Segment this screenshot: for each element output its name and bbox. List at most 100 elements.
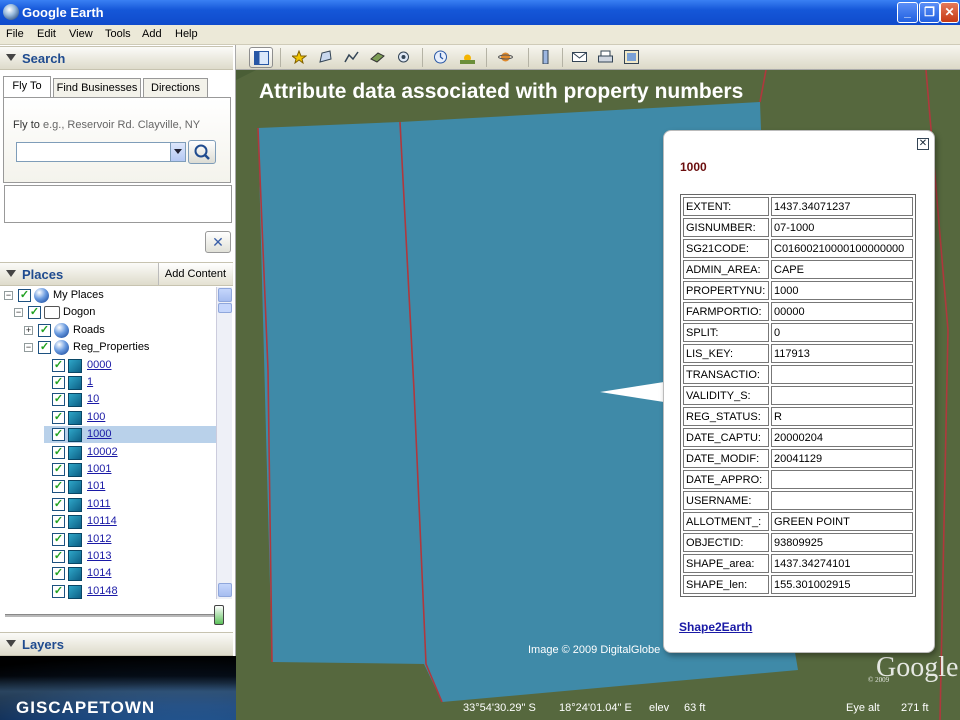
- visibility-checkbox[interactable]: ✓: [38, 341, 51, 355]
- tree-item[interactable]: ✓ 10: [0, 391, 216, 408]
- attribute-value: C01600210000100000000: [771, 239, 913, 258]
- attribute-row: SG21CODE: C01600210000100000000: [683, 239, 913, 258]
- collapse-icon[interactable]: −: [14, 308, 23, 318]
- email-button[interactable]: [568, 47, 592, 68]
- tab-fly-to[interactable]: Fly To: [3, 76, 51, 98]
- tab-find-businesses[interactable]: Find Businesses: [53, 78, 141, 98]
- visibility-checkbox[interactable]: ✓: [38, 323, 51, 337]
- polygon-icon: [68, 480, 82, 495]
- add-image-overlay-button[interactable]: [366, 47, 390, 68]
- scroll-up-icon[interactable]: [218, 288, 232, 302]
- tree-item[interactable]: ✓ 1001: [0, 461, 216, 478]
- attribute-value: 155.301002915: [771, 575, 913, 594]
- menu-add[interactable]: Add: [142, 28, 162, 40]
- tree-item[interactable]: − ✓ Reg_Properties: [0, 339, 216, 356]
- visibility-checkbox[interactable]: ✓: [18, 289, 31, 302]
- menu-help[interactable]: Help: [175, 28, 198, 40]
- print-button[interactable]: [594, 47, 618, 68]
- search-icon: [194, 144, 210, 160]
- attribute-row: EXTENT: 1437.34071237: [683, 197, 913, 216]
- visibility-checkbox[interactable]: ✓: [52, 497, 65, 511]
- tree-item-label: 0000: [87, 358, 112, 371]
- visibility-checkbox[interactable]: ✓: [52, 358, 65, 372]
- tree-item-label: 101: [87, 480, 106, 493]
- tree-item[interactable]: − ✓ Dogon: [0, 304, 216, 321]
- chevron-down-icon[interactable]: [170, 143, 185, 161]
- tree-item[interactable]: ✓ 10148: [0, 583, 216, 599]
- tree-item[interactable]: ✓ 1012: [0, 531, 216, 548]
- add-content-button[interactable]: Add Content: [158, 263, 232, 285]
- tree-item[interactable]: ✓ 1013: [0, 548, 216, 565]
- search-button[interactable]: [188, 140, 216, 164]
- visibility-checkbox[interactable]: ✓: [52, 410, 65, 424]
- tree-item[interactable]: ✓ 1011: [0, 496, 216, 513]
- search-panel-header[interactable]: Search: [0, 46, 233, 70]
- visibility-checkbox[interactable]: ✓: [52, 567, 65, 581]
- menu-file[interactable]: File: [6, 28, 24, 40]
- layers-panel-header[interactable]: Layers: [0, 632, 233, 656]
- close-icon[interactable]: ✕: [917, 138, 929, 150]
- ruler-button[interactable]: [534, 47, 558, 68]
- visibility-checkbox[interactable]: ✓: [52, 550, 65, 563]
- collapse-icon[interactable]: −: [24, 343, 33, 353]
- clear-search-button[interactable]: ✕: [205, 231, 231, 253]
- attribute-row: ADMIN_AREA: CAPE: [683, 260, 913, 279]
- visibility-checkbox[interactable]: ✓: [52, 393, 65, 407]
- tree-item[interactable]: + ✓ Roads: [0, 322, 216, 339]
- close-button[interactable]: ✕: [940, 2, 959, 23]
- tree-item[interactable]: − ✓ My Places: [0, 287, 216, 304]
- expand-icon[interactable]: +: [24, 325, 33, 335]
- attribute-row: DATE_MODIF: 20041129: [683, 449, 913, 468]
- maximize-button[interactable]: ❐: [919, 2, 940, 23]
- visibility-checkbox[interactable]: ✓: [52, 463, 65, 476]
- attribute-value: CAPE: [771, 260, 913, 279]
- add-polygon-button[interactable]: [314, 47, 338, 68]
- tree-item-label: 100: [87, 410, 106, 423]
- opacity-slider-handle[interactable]: [214, 605, 224, 625]
- visibility-checkbox[interactable]: ✓: [52, 480, 65, 494]
- sidebar-toggle-button[interactable]: [249, 47, 273, 68]
- folder-icon: [44, 306, 60, 320]
- tree-item[interactable]: ✓ 0000: [0, 357, 216, 374]
- record-tour-button[interactable]: [392, 47, 416, 68]
- polygon-icon: [68, 393, 82, 408]
- scroll-thumb[interactable]: [218, 303, 232, 313]
- shape2earth-link[interactable]: Shape2Earth: [679, 620, 752, 634]
- menu-edit[interactable]: Edit: [37, 28, 56, 40]
- opacity-slider-track[interactable]: [5, 614, 217, 617]
- visibility-checkbox[interactable]: ✓: [52, 584, 65, 598]
- tree-item[interactable]: ✓ 10002: [0, 444, 216, 461]
- polygon-icon: [68, 515, 82, 530]
- menu-view[interactable]: View: [69, 28, 93, 40]
- fly-to-input[interactable]: [16, 142, 186, 162]
- tree-scrollbar[interactable]: [216, 287, 232, 599]
- historical-imagery-button[interactable]: [429, 47, 453, 68]
- google-logo: Google © 2009: [868, 652, 958, 684]
- switch-to-sky-button[interactable]: [494, 47, 518, 68]
- minimize-button[interactable]: _: [897, 2, 918, 23]
- tree-item[interactable]: ✓ 1: [0, 374, 216, 391]
- tree-item[interactable]: ✓ 100: [0, 409, 216, 426]
- visibility-checkbox[interactable]: ✓: [52, 376, 65, 389]
- add-placemark-button[interactable]: [288, 47, 312, 68]
- visibility-checkbox[interactable]: ✓: [52, 445, 65, 459]
- scroll-down-icon[interactable]: [218, 583, 232, 597]
- parcel-polygon[interactable]: [258, 122, 426, 664]
- visibility-checkbox[interactable]: ✓: [28, 306, 41, 320]
- sunlight-button[interactable]: [456, 47, 480, 68]
- view-in-maps-button[interactable]: [620, 47, 644, 68]
- visibility-checkbox[interactable]: ✓: [52, 532, 65, 546]
- tree-item[interactable]: ✓ 10114: [0, 513, 216, 530]
- tree-item[interactable]: ✓ 101: [0, 478, 216, 495]
- visibility-checkbox[interactable]: ✓: [52, 428, 65, 442]
- tree-item-label: Reg_Properties: [73, 341, 150, 354]
- tree-item[interactable]: ✓ 1000: [44, 426, 216, 444]
- visibility-checkbox[interactable]: ✓: [52, 515, 65, 529]
- menu-tools[interactable]: Tools: [105, 28, 131, 40]
- tree-item-label: 10148: [87, 584, 118, 597]
- attribute-key: SHAPE_len:: [683, 575, 769, 594]
- tab-directions[interactable]: Directions: [143, 78, 208, 98]
- add-path-button[interactable]: [340, 47, 364, 68]
- collapse-icon[interactable]: −: [4, 291, 13, 300]
- tree-item[interactable]: ✓ 1014: [0, 565, 216, 582]
